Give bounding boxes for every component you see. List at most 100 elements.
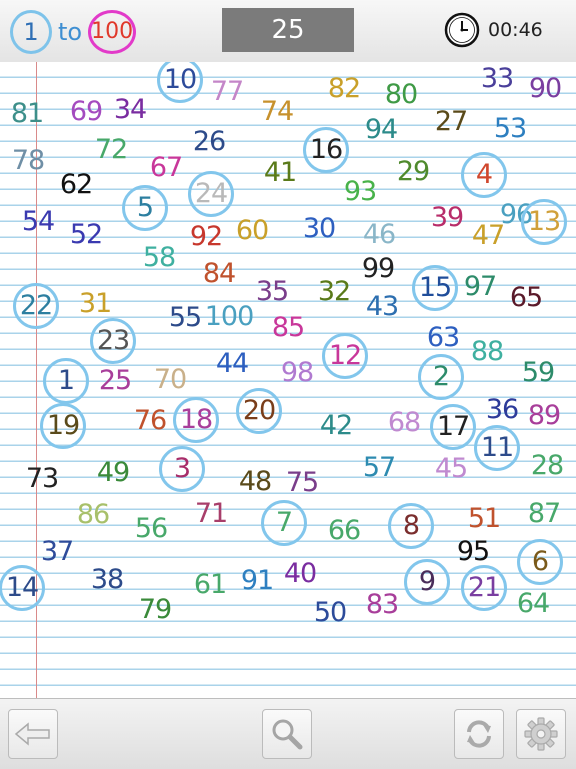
- number-tile-60[interactable]: 60: [236, 216, 269, 246]
- number-tile-36[interactable]: 36: [486, 395, 519, 425]
- number-tile-89[interactable]: 89: [528, 401, 561, 431]
- number-tile-81[interactable]: 81: [11, 99, 44, 129]
- number-tile-61[interactable]: 61: [194, 570, 227, 600]
- number-tile-37[interactable]: 37: [41, 537, 74, 567]
- number-tile-93[interactable]: 93: [344, 177, 377, 207]
- zoom-button[interactable]: [262, 709, 312, 759]
- number-tile-30[interactable]: 30: [303, 214, 336, 244]
- number-tile-57[interactable]: 57: [363, 453, 396, 483]
- number-tile-45[interactable]: 45: [435, 454, 468, 484]
- number-tile-98[interactable]: 98: [281, 358, 314, 388]
- number-tile-46[interactable]: 46: [363, 220, 396, 250]
- number-tile-95[interactable]: 95: [457, 537, 490, 567]
- refresh-button[interactable]: [454, 709, 504, 759]
- number-tile-83[interactable]: 83: [366, 590, 399, 620]
- number-tile-29[interactable]: 29: [397, 157, 430, 187]
- found-number-21[interactable]: 21: [461, 565, 507, 611]
- found-number-6[interactable]: 6: [517, 539, 563, 585]
- number-tile-62[interactable]: 62: [60, 170, 93, 200]
- number-tile-97[interactable]: 97: [464, 272, 497, 302]
- number-tile-85[interactable]: 85: [272, 313, 305, 343]
- number-tile-76[interactable]: 76: [134, 406, 167, 436]
- number-tile-56[interactable]: 56: [135, 514, 168, 544]
- number-tile-99[interactable]: 99: [362, 254, 395, 284]
- number-tile-94[interactable]: 94: [365, 115, 398, 145]
- number-tile-34[interactable]: 34: [114, 95, 147, 125]
- number-tile-74[interactable]: 74: [261, 97, 294, 127]
- settings-button[interactable]: [516, 709, 566, 759]
- number-tile-27[interactable]: 27: [435, 107, 468, 137]
- number-tile-64[interactable]: 64: [517, 589, 550, 619]
- found-number-9[interactable]: 9: [404, 559, 450, 605]
- number-tile-68[interactable]: 68: [388, 408, 421, 438]
- number-tile-59[interactable]: 59: [522, 358, 555, 388]
- found-number-11[interactable]: 11: [474, 425, 520, 471]
- number-tile-28[interactable]: 28: [531, 451, 564, 481]
- found-number-22[interactable]: 22: [13, 283, 59, 329]
- found-number-10[interactable]: 10: [157, 62, 203, 103]
- number-tile-80[interactable]: 80: [385, 80, 418, 110]
- found-number-19[interactable]: 19: [40, 403, 86, 449]
- found-number-8[interactable]: 8: [388, 503, 434, 549]
- number-tile-31[interactable]: 31: [79, 289, 112, 319]
- number-tile-43[interactable]: 43: [366, 292, 399, 322]
- number-tile-87[interactable]: 87: [528, 499, 561, 529]
- number-tile-78[interactable]: 78: [12, 146, 45, 176]
- found-number-5[interactable]: 5: [122, 185, 168, 231]
- number-tile-88[interactable]: 88: [471, 337, 504, 367]
- number-tile-69[interactable]: 69: [70, 97, 103, 127]
- number-tile-63[interactable]: 63: [427, 323, 460, 353]
- number-tile-49[interactable]: 49: [97, 458, 130, 488]
- number-tile-72[interactable]: 72: [95, 135, 128, 165]
- back-button[interactable]: [8, 709, 58, 759]
- number-tile-25[interactable]: 25: [99, 366, 132, 396]
- found-number-13[interactable]: 13: [521, 199, 567, 245]
- found-number-12[interactable]: 12: [322, 333, 368, 379]
- found-number-17[interactable]: 17: [430, 404, 476, 450]
- number-tile-100[interactable]: 100: [205, 302, 255, 332]
- number-tile-77[interactable]: 77: [211, 77, 244, 107]
- number-tile-40[interactable]: 40: [284, 559, 317, 589]
- number-tile-41[interactable]: 41: [264, 158, 297, 188]
- number-tile-73[interactable]: 73: [26, 464, 59, 494]
- number-tile-79[interactable]: 79: [139, 595, 172, 625]
- found-number-16[interactable]: 16: [303, 127, 349, 173]
- found-number-2[interactable]: 2: [418, 354, 464, 400]
- found-number-7[interactable]: 7: [261, 500, 307, 546]
- number-tile-48[interactable]: 48: [239, 467, 272, 497]
- number-tile-84[interactable]: 84: [203, 259, 236, 289]
- number-tile-53[interactable]: 53: [494, 114, 527, 144]
- found-number-23[interactable]: 23: [90, 318, 136, 364]
- number-tile-38[interactable]: 38: [91, 565, 124, 595]
- found-number-3[interactable]: 3: [159, 446, 205, 492]
- number-tile-86[interactable]: 86: [77, 500, 110, 530]
- number-tile-39[interactable]: 39: [431, 203, 464, 233]
- number-tile-90[interactable]: 90: [529, 74, 562, 104]
- number-tile-75[interactable]: 75: [286, 468, 319, 498]
- number-tile-92[interactable]: 92: [190, 222, 223, 252]
- found-number-18[interactable]: 18: [173, 397, 219, 443]
- found-number-1[interactable]: 1: [43, 358, 89, 404]
- number-tile-52[interactable]: 52: [70, 220, 103, 250]
- number-tile-51[interactable]: 51: [468, 504, 501, 534]
- number-tile-70[interactable]: 70: [154, 365, 187, 395]
- number-tile-65[interactable]: 65: [510, 283, 543, 313]
- number-tile-71[interactable]: 71: [195, 499, 228, 529]
- found-number-15[interactable]: 15: [412, 265, 458, 311]
- number-tile-42[interactable]: 42: [320, 411, 353, 441]
- number-tile-44[interactable]: 44: [216, 349, 249, 379]
- number-tile-66[interactable]: 66: [328, 516, 361, 546]
- number-tile-58[interactable]: 58: [143, 243, 176, 273]
- number-tile-26[interactable]: 26: [193, 127, 226, 157]
- number-tile-67[interactable]: 67: [150, 153, 183, 183]
- number-tile-55[interactable]: 55: [169, 303, 202, 333]
- found-number-24[interactable]: 24: [188, 171, 234, 217]
- found-number-20[interactable]: 20: [236, 388, 282, 434]
- found-number-14[interactable]: 14: [0, 565, 45, 611]
- number-tile-50[interactable]: 50: [314, 598, 347, 628]
- number-tile-91[interactable]: 91: [241, 566, 274, 596]
- number-tile-35[interactable]: 35: [256, 277, 289, 307]
- number-tile-82[interactable]: 82: [328, 74, 361, 104]
- number-tile-32[interactable]: 32: [318, 277, 351, 307]
- number-tile-54[interactable]: 54: [22, 207, 55, 237]
